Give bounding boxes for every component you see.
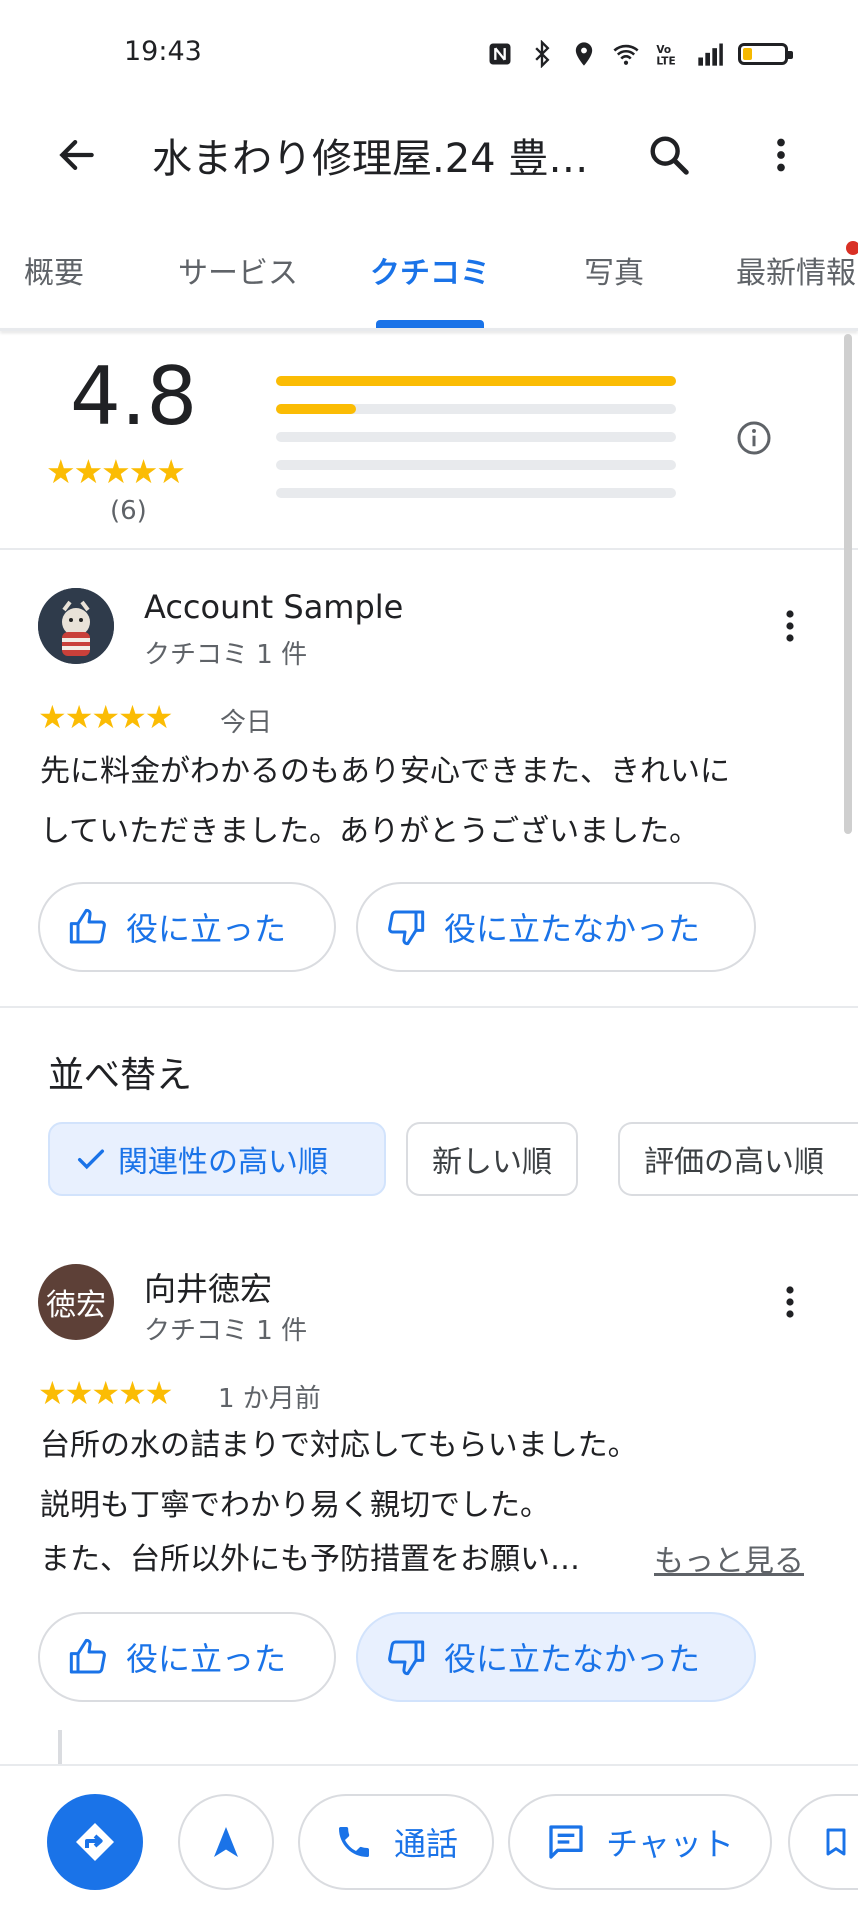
reviewer-review-count: クチコミ 1 件 [144,640,308,670]
not-helpful-label: 役に立たなかった [444,1640,701,1678]
more-vertical-icon [786,610,794,642]
more-options-button[interactable] [748,122,814,188]
thumbs-down-icon [388,1640,425,1676]
helpful-button[interactable]: 役に立った [38,882,336,972]
search-button[interactable] [636,122,702,188]
call-label: 通話 [393,1825,458,1863]
review-text-line: していただきました。ありがとうございました。 [40,814,700,849]
check-icon [77,1149,105,1170]
avatar-illustration [38,588,114,664]
rating-bar-5 [276,376,676,386]
page-title: 水まわり修理屋.24 豊… [152,136,589,182]
review-menu-button[interactable] [770,596,810,656]
rating-bar-1 [276,488,676,498]
chat-icon [549,1825,583,1859]
chat-button[interactable]: チャット [508,1794,772,1890]
reviewer-review-count: クチコミ 1 件 [144,1316,308,1346]
rating-bar-2 [276,460,676,470]
review-time: 今日 [220,708,273,738]
scrollbar[interactable] [844,334,852,834]
active-tab-indicator [376,320,484,328]
volte-icon: VoLTE [656,44,675,68]
review-time: 1 か月前 [218,1384,321,1414]
navigation-arrow-icon [214,1827,238,1857]
sort-relevance-chip[interactable]: 関連性の高い順 [48,1122,386,1196]
rating-count: (6) [110,496,147,526]
battery-icon [738,43,793,65]
thumbs-down-icon [388,910,425,946]
not-helpful-button[interactable]: 役に立たなかった [356,882,756,972]
rating-stars: ★★★★★ [46,452,186,491]
avatar[interactable] [38,588,114,664]
tab-photos[interactable]: 写真 [584,248,644,292]
sort-highest-chip[interactable]: 評価の高い順 [618,1122,858,1196]
rating-bar-3 [276,432,676,442]
helpful-label: 役に立った [126,910,287,948]
start-navigation-button[interactable] [178,1794,274,1890]
owner-reply-indicator [58,1730,62,1764]
section-divider [0,548,858,550]
rating-bar-4 [276,404,676,414]
helpful-label: 役に立った [126,1640,287,1678]
thumbs-up-icon [69,908,106,944]
bookmark-icon [826,1828,846,1856]
tab-updates[interactable]: 最新情報 [736,248,856,292]
not-helpful-button[interactable]: 役に立たなかった [356,1612,756,1702]
section-divider [0,1006,858,1008]
rating-bar-fill [276,376,676,386]
tabs-divider [0,328,858,331]
wifi-icon [613,44,639,65]
read-more-link[interactable]: もっと見る [654,1536,804,1580]
call-button[interactable]: 通話 [298,1794,494,1890]
reviewer-name[interactable]: Account Sample [144,588,403,626]
average-rating: 4.8 [70,350,198,443]
more-vertical-icon [786,1286,794,1318]
nfc-icon [489,43,511,65]
helpful-button[interactable]: 役に立った [38,1612,336,1702]
svg-text:Vo: Vo [656,44,671,56]
directions-icon [76,1823,114,1861]
avatar[interactable]: 徳宏 [38,1264,114,1340]
location-icon [575,42,593,66]
review-stars: ★★★★★ [38,698,173,736]
tab-overview[interactable]: 概要 [24,248,84,292]
review-stars: ★★★★★ [38,1374,173,1412]
tab-reviews[interactable]: クチコミ [370,248,490,292]
sort-newest-chip[interactable]: 新しい順 [406,1122,578,1196]
back-button[interactable] [44,122,110,188]
svg-text:LTE: LTE [656,56,675,68]
review-text-line: 説明も丁寧でわかり易く親切でした。 [40,1488,550,1523]
signal-icon [698,43,723,66]
review-text-line: また、台所以外にも予防措置をお願い… [40,1542,580,1577]
search-icon [650,136,689,175]
review-menu-button[interactable] [770,1272,810,1332]
info-icon[interactable] [736,420,772,456]
sort-title: 並べ替え [48,1055,193,1096]
thumbs-up-icon [69,1638,106,1674]
more-vertical-icon [777,138,785,172]
chat-label: チャット [606,1825,734,1863]
review-text-line: 先に料金がわかるのもあり安心できまた、きれいに [40,754,730,789]
review-text-line: 台所の水の詰まりで対応してもらいました。 [40,1428,638,1463]
status-icons: Vo LTE [486,36,793,72]
tab-services[interactable]: サービス [178,248,298,292]
reviewer-name[interactable]: 向井徳宏 [144,1264,272,1310]
status-time: 19:43 [124,36,202,67]
not-helpful-label: 役に立たなかった [444,910,701,948]
sort-option-label: 関連性の高い順 [118,1145,328,1180]
arrow-left-icon [59,140,94,170]
notification-dot [846,241,858,255]
avatar-initials: 徳宏 [46,1288,106,1323]
bluetooth-icon [535,40,550,68]
directions-button[interactable] [47,1794,143,1890]
rating-bar-fill [276,404,356,414]
phone-icon [338,1827,369,1857]
